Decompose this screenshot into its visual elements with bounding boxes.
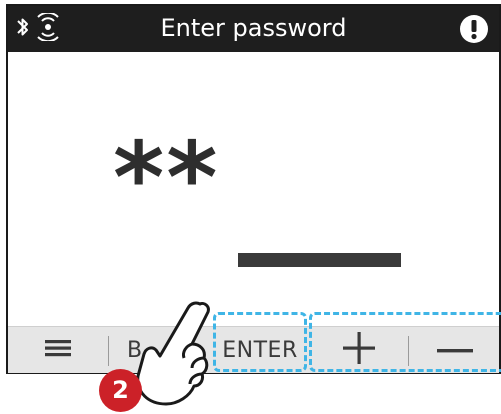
- menu-icon: [45, 337, 71, 363]
- adjust-keys-highlight: [309, 312, 501, 372]
- alert-icon: [459, 14, 489, 48]
- device-screen: Enter password ** B ENTER: [6, 4, 501, 374]
- masked-password-display: **: [113, 122, 220, 236]
- menu-button[interactable]: [8, 327, 108, 373]
- step-number-badge: 2: [99, 369, 142, 412]
- page-title: Enter password: [160, 14, 347, 42]
- title-bar: Enter password: [8, 6, 499, 52]
- enter-key-highlight: [213, 312, 307, 372]
- input-cursor: [238, 253, 401, 267]
